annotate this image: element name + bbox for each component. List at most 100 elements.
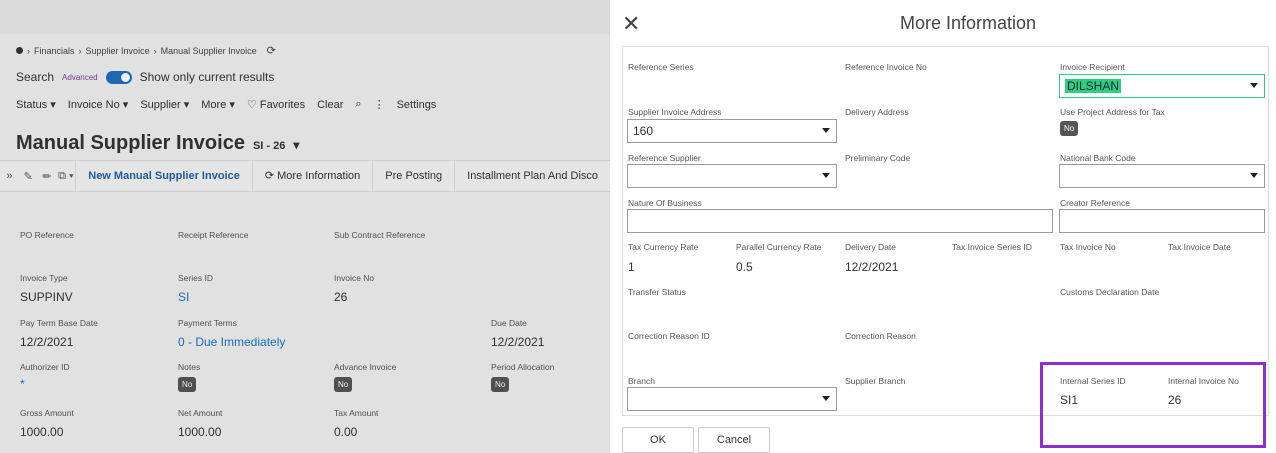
advance-invoice-field: Advance Invoice No [334, 362, 396, 392]
breadcrumb-item[interactable]: Financials [34, 46, 75, 56]
favorites-button[interactable]: ♡ Favorites [247, 98, 305, 111]
breadcrumb-separator-icon: › [78, 45, 82, 56]
more-information-button[interactable]: ⟳ More Information [251, 161, 372, 191]
authorizer-id-field: Authorizer ID * [20, 362, 70, 391]
delivery-date-value: 12/2/2021 [845, 260, 899, 274]
chevron-down-icon [1250, 83, 1258, 88]
gross-amount-field: Gross Amount 1000.00 [20, 408, 74, 439]
series-id-link[interactable]: SI [178, 290, 213, 304]
tax-amount-field: Tax Amount 0.00 [334, 408, 379, 439]
sub-contract-reference-field: Sub Contract Reference [334, 230, 426, 240]
supplier-invoice-address-label: Supplier Invoice Address [628, 107, 722, 117]
invoice-no-field: Invoice No 26 [334, 273, 375, 304]
reference-supplier-select[interactable] [627, 164, 837, 188]
advanced-link[interactable]: Advanced [62, 73, 98, 82]
supplier-filter[interactable]: Supplier ▾ [140, 98, 189, 111]
chevron-down-icon [1250, 173, 1258, 178]
breadcrumb-item[interactable]: Manual Supplier Invoice [161, 46, 257, 56]
page-title: Manual Supplier Invoice SI - 26 ▾ [16, 132, 299, 155]
transfer-status-label: Transfer Status [628, 287, 686, 297]
search-label[interactable]: Search [16, 70, 54, 84]
chevron-down-icon [822, 396, 830, 401]
new-invoice-button[interactable]: New Manual Supplier Invoice [75, 161, 252, 191]
correction-reason-label: Correction Reason [845, 331, 916, 341]
use-project-address-label: Use Project Address for Tax [1060, 107, 1165, 117]
tax-currency-rate-value: 1 [628, 260, 635, 274]
use-project-address-toggle[interactable]: No [1060, 121, 1079, 136]
tax-invoice-date-label: Tax Invoice Date [1168, 242, 1231, 252]
series-id-field: Series ID SI [178, 273, 213, 304]
settings-button[interactable]: Settings [397, 99, 437, 111]
tax-invoice-no-label: Tax Invoice No [1060, 242, 1116, 252]
national-bank-code-label: National Bank Code [1060, 153, 1136, 163]
correction-reason-id-label: Correction Reason ID [628, 331, 710, 341]
chevron-down-icon [822, 173, 830, 178]
page-title-text: Manual Supplier Invoice [16, 132, 245, 154]
supplier-invoice-address-value: 160 [633, 124, 654, 138]
status-filter[interactable]: Status ▾ [16, 98, 56, 111]
chevron-down-icon [822, 128, 830, 133]
supplier-invoice-address-select[interactable]: 160 [627, 119, 837, 143]
delivery-address-label: Delivery Address [845, 107, 909, 117]
period-allocation-field: Period Allocation No [491, 362, 554, 392]
current-results-toggle[interactable] [105, 70, 132, 84]
breadcrumb: › Financials › Supplier Invoice › Manual… [16, 44, 276, 57]
invoice-recipient-select[interactable]: DILSHAN [1059, 74, 1265, 98]
branch-select[interactable] [627, 387, 837, 411]
search-icon[interactable]: ⌕ [355, 98, 361, 111]
dialog-title: More Information [900, 13, 1037, 33]
customs-declaration-date-label: Customs Declaration Date [1060, 287, 1160, 297]
net-amount-field: Net Amount 1000.00 [178, 408, 223, 439]
cancel-button[interactable]: Cancel [698, 427, 770, 453]
po-reference-field: PO Reference [20, 230, 74, 240]
dialog-form: Reference Series Reference Invoice No In… [622, 46, 1269, 416]
filter-row: Status ▾ Invoice No ▾ Supplier ▾ More ▾ … [16, 98, 436, 111]
creator-reference-label: Creator Reference [1060, 198, 1130, 208]
nature-of-business-label: Nature Of Business [628, 198, 702, 208]
copy-icon[interactable]: ⧉ ▾ [56, 170, 75, 183]
supplier-branch-label: Supplier Branch [845, 376, 906, 386]
reference-invoice-no-label: Reference Invoice No [845, 62, 927, 72]
search-row: Search Advanced Show only current result… [16, 70, 274, 84]
pay-term-base-date-field: Pay Term Base Date 12/2/2021 [20, 318, 98, 349]
kebab-icon[interactable]: ⋮ [374, 98, 385, 111]
invoice-recipient-label: Invoice Recipient [1060, 62, 1125, 72]
tax-invoice-series-id-label: Tax Invoice Series ID [952, 242, 1032, 252]
parallel-currency-rate-value: 0.5 [736, 260, 753, 274]
delivery-date-label: Delivery Date [845, 242, 897, 252]
notes-field: Notes No [178, 362, 200, 392]
reference-supplier-label: Reference Supplier [628, 153, 701, 163]
chevron-down-icon[interactable]: ▾ [293, 138, 299, 152]
refresh-icon: ⟳ [264, 170, 275, 182]
invoice-recipient-value: DILSHAN [1065, 79, 1122, 93]
invoice-no-filter[interactable]: Invoice No ▾ [68, 98, 129, 111]
home-icon[interactable] [16, 47, 23, 54]
breadcrumb-item[interactable]: Supplier Invoice [86, 46, 150, 56]
edit-icon[interactable]: ✏ [38, 170, 57, 183]
top-bar [0, 0, 610, 34]
pre-posting-button[interactable]: Pre Posting [372, 161, 454, 191]
branch-label: Branch [628, 376, 655, 386]
series-id-badge: SI - 26 [252, 140, 286, 152]
current-results-label: Show only current results [139, 70, 275, 84]
reference-series-label: Reference Series [628, 62, 694, 72]
clear-button[interactable]: Clear [317, 99, 343, 111]
breadcrumb-separator-icon: › [27, 45, 30, 56]
creator-reference-input[interactable] [1059, 209, 1265, 233]
internal-fields-highlight [1040, 362, 1266, 448]
parallel-currency-rate-label: Parallel Currency Rate [736, 242, 822, 252]
payment-terms-link[interactable]: 0 - Due Immediately [178, 335, 285, 349]
installment-button[interactable]: Installment Plan And Disco [454, 161, 610, 191]
refresh-icon[interactable]: ⟳ [267, 44, 276, 57]
ok-button[interactable]: OK [622, 427, 694, 453]
more-filter[interactable]: More ▾ [201, 98, 235, 111]
background-page: › Financials › Supplier Invoice › Manual… [0, 0, 610, 453]
national-bank-code-select[interactable] [1059, 164, 1265, 188]
payment-terms-field: Payment Terms 0 - Due Immediately [178, 318, 286, 349]
invoice-type-field: Invoice Type SUPPINV [20, 273, 73, 304]
nature-of-business-input[interactable] [627, 209, 1053, 233]
double-chevron-icon[interactable]: » [0, 170, 19, 182]
close-icon[interactable]: ✕ [622, 13, 640, 35]
attachment-icon[interactable]: ✎ [19, 170, 38, 183]
receipt-reference-field: Receipt Reference [178, 230, 249, 240]
